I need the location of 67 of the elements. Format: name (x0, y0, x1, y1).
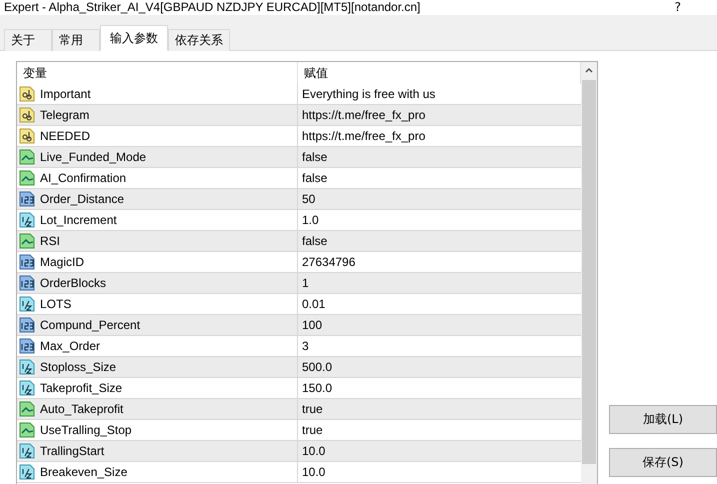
scrollbar[interactable] (581, 62, 597, 484)
value-cell-text: 10.0 (301, 464, 326, 481)
value-cell-text: true (301, 422, 324, 439)
action-button[interactable]: 加载(L) (609, 405, 717, 434)
variable-name: Telegram (40, 108, 90, 122)
toggle-type-icon (19, 401, 35, 417)
window-title: Expert - Alpha_Striker_AI_V4[GBPAUD NZDJPY EURCAD][MT5][notandor.cn] (4, 0, 420, 14)
variable-name: Auto_Takeprofit (40, 402, 124, 416)
integer-type-icon (19, 338, 35, 354)
fraction-type-icon (19, 296, 35, 312)
variable-name: NEEDED (40, 129, 90, 143)
action-button[interactable]: 保存(S) (609, 448, 717, 477)
fraction-type-icon (19, 212, 35, 228)
fraction-type-icon (19, 380, 35, 396)
value-cell-text: 500.0 (301, 359, 334, 376)
tab[interactable]: 输入参数 (100, 25, 168, 51)
value-cell-text: https://t.me/free_fx_pro (301, 128, 426, 145)
tab[interactable]: 常用 (52, 29, 100, 51)
value-cell-text: false (301, 233, 328, 250)
variable-name: LOTS (40, 297, 72, 311)
toggle-type-icon (19, 170, 35, 186)
variable-name: OrderBlocks (40, 276, 106, 290)
value-cell-text: false (301, 170, 328, 187)
toggle-type-icon (19, 149, 35, 165)
tab[interactable]: 依存关系 (168, 29, 230, 51)
fraction-type-icon (19, 464, 35, 480)
value-cell-text: 1.0 (301, 212, 320, 229)
variable-name: UseTralling_Stop (40, 423, 132, 437)
value-cell-text: 100 (301, 317, 324, 334)
variable-name: Breakeven_Size (40, 465, 128, 479)
variable-name: Compund_Percent (40, 318, 140, 332)
variable-name: Lot_Increment (40, 213, 117, 227)
fraction-type-icon (19, 443, 35, 459)
variable-name: TrallingStart (40, 444, 104, 458)
toggle-type-icon (19, 233, 35, 249)
value-cell-text: https://t.me/free_fx_pro (301, 107, 426, 124)
value-cell-text: 1 (301, 275, 310, 292)
value-cell-text: Everything is free with us (301, 86, 436, 103)
variable-name: Max_Order (40, 339, 100, 353)
value-cell-text: 3 (301, 338, 310, 355)
variable-name: Stoploss_Size (40, 360, 116, 374)
variable-name: AI_Confirmation (40, 171, 126, 185)
integer-type-icon (19, 275, 35, 291)
integer-type-icon (19, 317, 35, 333)
tab[interactable]: 关于 (4, 29, 52, 51)
variable-name: Important (40, 87, 91, 101)
variable-name: MagicID (40, 255, 84, 269)
variable-name: Order_Distance (40, 192, 124, 206)
text-type-icon (19, 86, 35, 102)
value-cell-text: 10.0 (301, 443, 326, 460)
integer-type-icon (19, 254, 35, 270)
value-cell-text: 150.0 (301, 380, 334, 397)
variable-name: Live_Funded_Mode (40, 150, 146, 164)
toggle-type-icon (19, 422, 35, 438)
value-cell-text: false (301, 149, 328, 166)
fraction-type-icon (19, 359, 35, 375)
help-button[interactable]: ? (674, 0, 681, 14)
value-cell-text: 50 (301, 191, 316, 208)
variable-name: RSI (40, 234, 60, 248)
text-type-icon (19, 128, 35, 144)
value-cell-text: true (301, 401, 324, 418)
scrollbar-thumb[interactable] (582, 80, 596, 464)
integer-type-icon (19, 191, 35, 207)
variable-name: Takeprofit_Size (40, 381, 122, 395)
value-cell-text: 27634796 (301, 254, 356, 271)
text-type-icon (19, 107, 35, 123)
value-cell-text: 0.01 (301, 296, 326, 313)
